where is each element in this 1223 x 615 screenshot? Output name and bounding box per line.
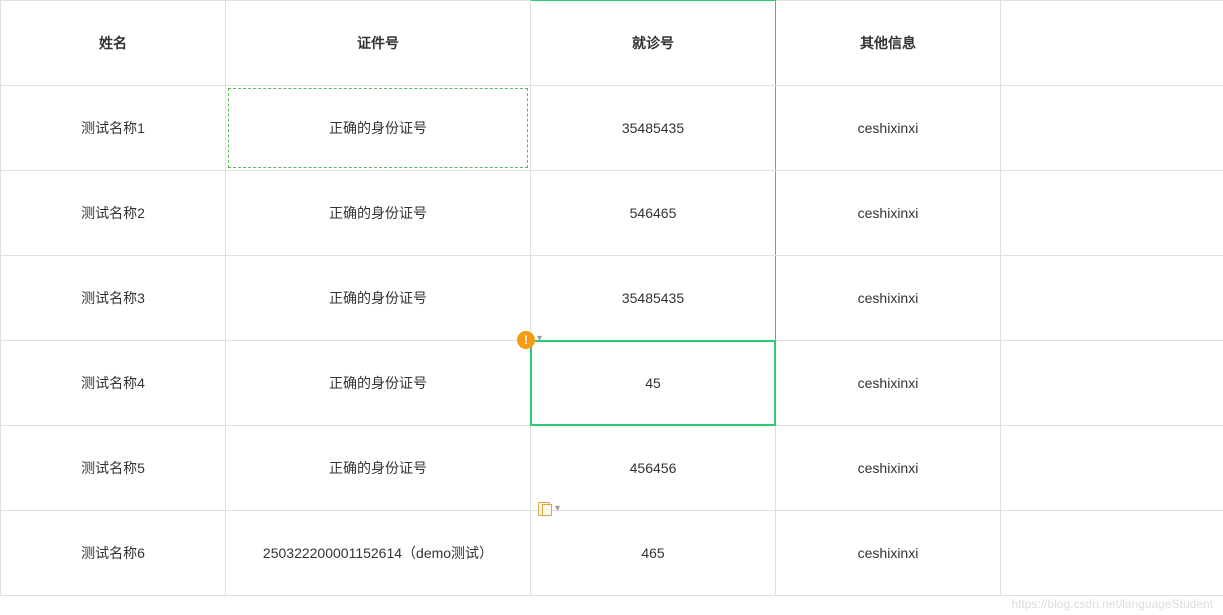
cell-visit-selected[interactable]: ! ▾ 45 — [531, 341, 776, 426]
cell-name[interactable]: 测试名称1 — [1, 86, 226, 171]
header-visit[interactable]: 就诊号 — [531, 1, 776, 86]
cell-other[interactable]: ceshixinxi — [776, 86, 1001, 171]
cell-name[interactable]: 测试名称4 — [1, 341, 226, 426]
header-extra[interactable] — [1001, 1, 1223, 86]
cell-visit[interactable]: 546465 — [531, 171, 776, 256]
warning-dropdown-icon[interactable]: ▾ — [537, 333, 542, 344]
table-row: 测试名称1 正确的身份证号 35485435 ceshixinxi — [1, 86, 1223, 171]
cell-id[interactable]: 正确的身份证号 — [226, 341, 531, 426]
cell-other[interactable]: ceshixinxi — [776, 426, 1001, 511]
cell-id[interactable]: 正确的身份证号 — [226, 426, 531, 511]
paste-dropdown-icon[interactable]: ▾ — [555, 503, 560, 514]
cell-other[interactable]: ceshixinxi — [776, 256, 1001, 341]
table-row: 测试名称3 正确的身份证号 35485435 ceshixinxi — [1, 256, 1223, 341]
cell-id[interactable]: 250322200001152614（demo测试） — [226, 511, 531, 596]
cell-other[interactable]: ceshixinxi — [776, 171, 1001, 256]
cell-visit[interactable]: 35485435 — [531, 256, 776, 341]
table-row: 测试名称4 正确的身份证号 ! ▾ 45 ceshixinxi — [1, 341, 1223, 426]
header-id[interactable]: 证件号 — [226, 1, 531, 86]
table-row: 测试名称5 正确的身份证号 456456 ceshixinxi — [1, 426, 1223, 511]
cell-extra[interactable] — [1001, 341, 1223, 426]
cell-other[interactable]: ceshixinxi — [776, 511, 1001, 596]
cell-name[interactable]: 测试名称2 — [1, 171, 226, 256]
table-header-row: 姓名 证件号 就诊号 其他信息 — [1, 1, 1223, 86]
cell-extra[interactable] — [1001, 256, 1223, 341]
table-row: 测试名称6 250322200001152614（demo测试） ▾ 465 c… — [1, 511, 1223, 596]
cell-visit[interactable]: 35485435 — [531, 86, 776, 171]
cell-id[interactable]: 正确的身份证号 — [226, 86, 531, 171]
cell-other[interactable]: ceshixinxi — [776, 341, 1001, 426]
cell-name[interactable]: 测试名称6 — [1, 511, 226, 596]
cell-visit[interactable]: 456456 — [531, 426, 776, 511]
paste-options-icon[interactable] — [537, 501, 553, 517]
cell-id[interactable]: 正确的身份证号 — [226, 256, 531, 341]
cell-extra[interactable] — [1001, 171, 1223, 256]
cell-visit[interactable]: ▾ 465 — [531, 511, 776, 596]
cell-extra[interactable] — [1001, 511, 1223, 596]
data-table[interactable]: 姓名 证件号 就诊号 其他信息 测试名称1 正确的身份证号 35485435 c… — [0, 0, 1223, 596]
header-other[interactable]: 其他信息 — [776, 1, 1001, 86]
cell-value: 45 — [645, 375, 661, 391]
cell-id[interactable]: 正确的身份证号 — [226, 171, 531, 256]
cell-extra[interactable] — [1001, 426, 1223, 511]
table-row: 测试名称2 正确的身份证号 546465 ceshixinxi — [1, 171, 1223, 256]
cell-extra[interactable] — [1001, 86, 1223, 171]
warning-icon[interactable]: ! — [517, 331, 535, 349]
watermark-text: https://blog.csdn.net/languageStudent — [1012, 597, 1214, 611]
cell-name[interactable]: 测试名称5 — [1, 426, 226, 511]
cell-name[interactable]: 测试名称3 — [1, 256, 226, 341]
header-name[interactable]: 姓名 — [1, 1, 226, 86]
cell-value: 465 — [641, 545, 664, 561]
